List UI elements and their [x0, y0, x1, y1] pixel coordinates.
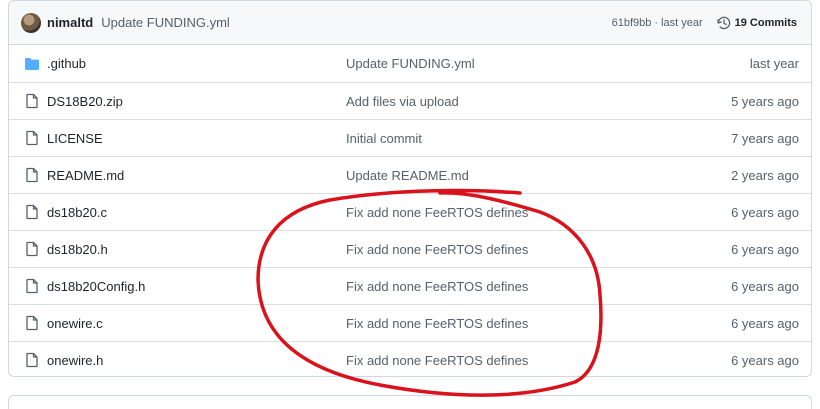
- latest-commit-bar: nimaltd Update FUNDING.yml 61bf9bb · las…: [9, 1, 811, 45]
- file-row[interactable]: ds18b20.c Fix add none FeeRTOS defines 6 y…: [9, 193, 811, 230]
- file-commit-age: 6 years ago: [731, 204, 799, 220]
- file-commit-age: last year: [749, 56, 799, 71]
- readme-box: [8, 395, 812, 409]
- commit-time: last year: [661, 16, 703, 29]
- avatar[interactable]: [21, 12, 41, 33]
- file-name-link[interactable]: onewire.c: [47, 316, 103, 331]
- file-icon: [24, 352, 40, 368]
- commit-author[interactable]: nimaltd: [47, 15, 93, 30]
- file-row[interactable]: .github Update FUNDING.yml last year: [9, 45, 811, 82]
- file-browser: nimaltd Update FUNDING.yml 61bf9bb · las…: [8, 0, 812, 377]
- file-commit-age: 5 years ago: [731, 93, 799, 109]
- file-commit-message-link[interactable]: Fix add none FeeRTOS defines: [346, 242, 528, 257]
- file-commit-message-link[interactable]: Initial commit: [346, 131, 422, 146]
- file-name-link[interactable]: DS18B20.zip: [47, 94, 123, 109]
- file-row[interactable]: onewire.h Fix add none FeeRTOS defines 6 y…: [9, 341, 811, 376]
- file-row[interactable]: README.md Update README.md 2 years ago: [9, 156, 811, 193]
- file-commit-message-link[interactable]: Update FUNDING.yml: [346, 56, 475, 71]
- file-row[interactable]: ds18b20.h Fix add none FeeRTOS defines 6 y…: [9, 230, 811, 267]
- file-commit-message-link[interactable]: Fix add none FeeRTOS defines: [346, 353, 528, 368]
- file-name-link[interactable]: ds18b20.c: [47, 205, 107, 220]
- history-icon: [716, 16, 730, 29]
- file-list: .github Update FUNDING.yml last year DS18B2…: [9, 45, 811, 376]
- file-commit-message-link[interactable]: Update README.md: [346, 168, 469, 183]
- file-commit-age: 7 years ago: [731, 130, 799, 146]
- commit-sha[interactable]: 61bf9bb: [612, 17, 652, 29]
- file-commit-age: 6 years ago: [731, 241, 799, 257]
- file-name-link[interactable]: LICENSE: [47, 131, 103, 146]
- file-commit-age: 2 years ago: [731, 167, 799, 183]
- file-commit-message-link[interactable]: Fix add none FeeRTOS defines: [346, 279, 528, 294]
- file-commit-message-link[interactable]: Fix add none FeeRTOS defines: [346, 205, 528, 220]
- file-commit-age: 6 years ago: [731, 315, 799, 331]
- file-icon: [24, 93, 40, 109]
- file-name-link[interactable]: ds18b20Config.h: [47, 279, 145, 294]
- file-name-link[interactable]: .github: [47, 56, 86, 71]
- folder-icon: [24, 56, 40, 72]
- file-row[interactable]: ds18b20Config.h Fix add none FeeRTOS defi…: [9, 267, 811, 304]
- file-commit-message-link[interactable]: Add files via upload: [346, 94, 459, 109]
- file-icon: [24, 315, 40, 331]
- separator: ·: [654, 16, 659, 29]
- file-icon: [24, 278, 40, 294]
- file-row[interactable]: LICENSE Initial commit 7 years ago: [9, 119, 811, 156]
- file-icon: [24, 241, 40, 257]
- file-name-link[interactable]: onewire.h: [47, 353, 103, 368]
- commit-meta: 61bf9bb · last year 19 Commits: [612, 16, 797, 30]
- file-name-link[interactable]: README.md: [47, 168, 124, 183]
- file-icon: [24, 167, 40, 183]
- file-row[interactable]: DS18B20.zip Add files via upload 5 years a…: [9, 82, 811, 119]
- file-name-link[interactable]: ds18b20.h: [47, 242, 108, 257]
- file-icon: [24, 130, 40, 146]
- file-commit-message-link[interactable]: Fix add none FeeRTOS defines: [346, 316, 528, 331]
- latest-commit-message[interactable]: Update FUNDING.yml: [101, 15, 230, 30]
- file-icon: [24, 204, 40, 220]
- file-commit-age: 6 years ago: [731, 352, 799, 368]
- commits-history-link[interactable]: 19 Commits: [716, 16, 797, 30]
- commits-count: 19 Commits: [734, 16, 797, 29]
- file-commit-age: 6 years ago: [731, 278, 799, 294]
- file-row[interactable]: onewire.c Fix add none FeeRTOS defines 6 y…: [9, 304, 811, 341]
